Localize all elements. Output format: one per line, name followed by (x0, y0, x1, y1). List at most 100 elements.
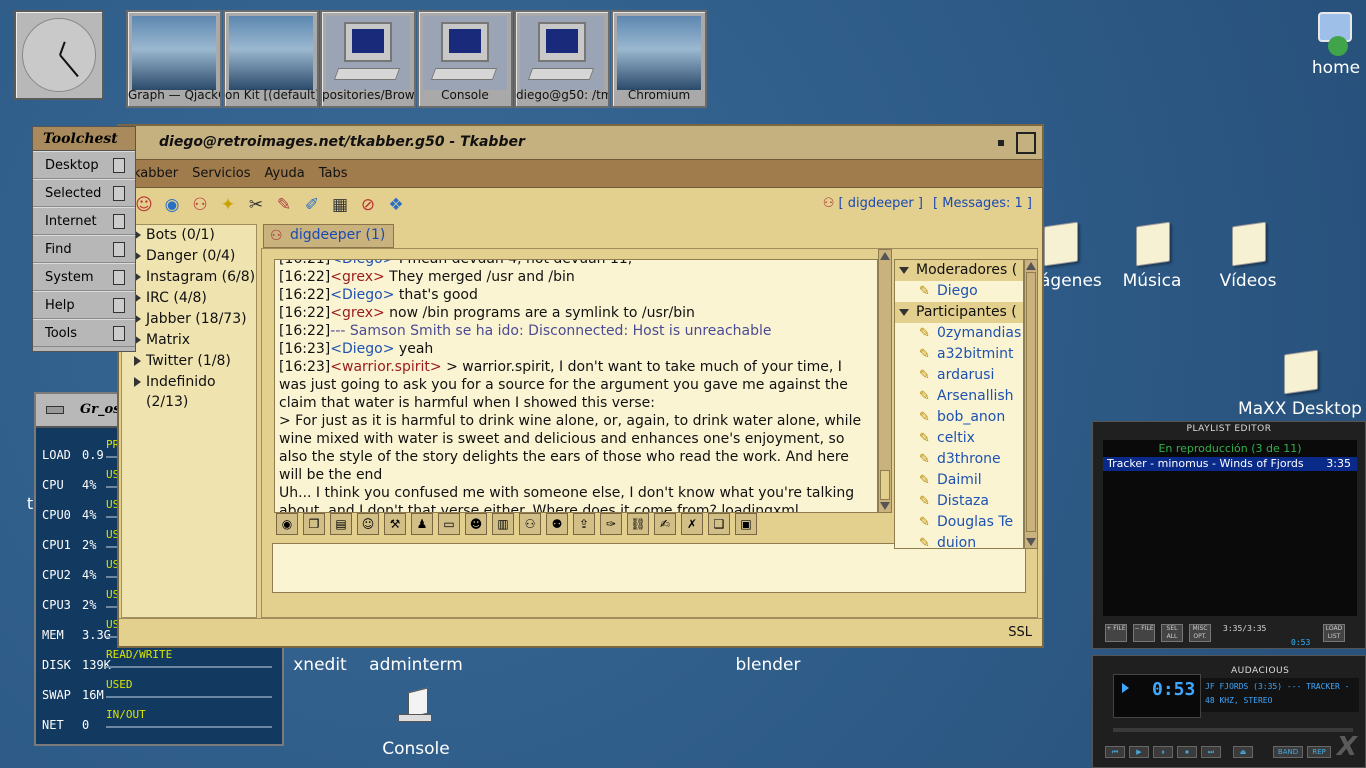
scroll-up-arrow[interactable] (880, 252, 890, 260)
bookmark-icon[interactable]: ❑ (708, 513, 730, 535)
roster-group[interactable]: Twitter (1/8) (122, 351, 256, 372)
roster-group[interactable]: Danger (0/4) (122, 246, 256, 267)
export-icon[interactable]: ⇪ (573, 513, 595, 535)
repeat-button[interactable]: REP (1307, 746, 1331, 758)
link-icon[interactable]: ⛓ (627, 513, 649, 535)
folder-icon[interactable] (1136, 221, 1170, 267)
toolchest-item-system[interactable]: System (33, 263, 135, 291)
user-item[interactable]: Douglas Te (895, 512, 1023, 533)
desktop-label-blender[interactable]: blender (728, 655, 808, 675)
playlist-load-list-button[interactable]: LOAD LIST (1323, 624, 1345, 642)
eject-button[interactable]: ⏏ (1233, 746, 1253, 758)
cards-icon[interactable]: ❖ (385, 194, 407, 216)
minimized-window-icon[interactable]: Console (417, 10, 513, 108)
console-icon[interactable] (398, 687, 434, 726)
smiley-icon[interactable]: ☺ (357, 513, 379, 535)
roster-group[interactable]: Instagram (6/8) (122, 267, 256, 288)
user-item[interactable]: celtix (895, 428, 1023, 449)
user-item[interactable]: duion (895, 533, 1023, 548)
copy-icon[interactable]: ❐ (303, 513, 325, 535)
minimized-window-icon[interactable]: Chromium (611, 10, 707, 108)
minimize-button[interactable] (998, 140, 1004, 146)
edit-icon[interactable]: ✐ (301, 194, 323, 216)
vcard-icon[interactable]: ▭ (438, 513, 460, 535)
desktop-label-imagenes[interactable]: ágenes (1040, 271, 1102, 291)
desktop-label-musica[interactable]: Música (1112, 271, 1192, 291)
users-group-header[interactable]: Moderadores ( (895, 260, 1023, 281)
users-scrollbar[interactable] (1024, 259, 1038, 549)
next-button[interactable]: ⏭ (1201, 746, 1221, 758)
book-icon[interactable]: ▥ (492, 513, 514, 535)
status-user[interactable]: [ digdeeper ] (839, 196, 923, 211)
remove-doc-icon[interactable]: ⊘ (357, 194, 379, 216)
message-nick[interactable]: <Diego> (330, 260, 394, 267)
desktop-label-xnedit[interactable]: xnedit (280, 655, 360, 675)
user-item[interactable]: Distaza (895, 491, 1023, 512)
group-icon[interactable]: ⚇ (189, 194, 211, 216)
note-icon[interactable]: ✍ (654, 513, 676, 535)
user-item[interactable]: 0zymandias (895, 323, 1023, 344)
tab-digdeeper[interactable]: ⚇ digdeeper (1) (263, 224, 395, 248)
playlist-sel-all-button[interactable]: SEL ALL (1161, 624, 1183, 642)
message-nick[interactable]: <Diego> (330, 341, 394, 357)
playlist-file-button[interactable]: + FILE (1105, 624, 1127, 642)
eraser-icon[interactable]: ✗ (681, 513, 703, 535)
toolchest-item-desktop[interactable]: Desktop (33, 151, 135, 179)
toolchest-item-help[interactable]: Help (33, 291, 135, 319)
menu-servicios[interactable]: Servicios (192, 166, 250, 181)
roster-group[interactable]: Bots (0/1) (122, 225, 256, 246)
wrench-icon[interactable]: ⚒ (384, 513, 406, 535)
message-nick[interactable]: <grex> (330, 269, 384, 285)
chat-scrollbar[interactable] (878, 249, 892, 513)
seek-bar[interactable] (1113, 728, 1353, 732)
scroll-up-arrow[interactable] (1026, 262, 1036, 270)
person-icon[interactable]: ☻ (465, 513, 487, 535)
users-group-header[interactable]: Participantes ( (895, 302, 1023, 323)
paste-icon[interactable]: ▤ (330, 513, 352, 535)
minimized-window-icon[interactable]: on Kit [(default)] (223, 10, 319, 108)
play-button[interactable]: ▶ (1129, 746, 1149, 758)
folder-icon[interactable] (1232, 221, 1266, 267)
scroll-down-arrow[interactable] (1026, 538, 1036, 546)
window-menu-button[interactable] (46, 406, 64, 414)
minimized-window-icon[interactable]: Graph — QjackCt (126, 10, 222, 108)
user-item[interactable]: Arsenallish (895, 386, 1023, 407)
pause-button[interactable]: ⏸ (1153, 746, 1173, 758)
globe-icon[interactable]: ◉ (276, 513, 298, 535)
user-item[interactable]: a32bitmint (895, 344, 1023, 365)
screen-icon[interactable]: ▣ (735, 513, 757, 535)
scroll-thumb[interactable] (1026, 272, 1036, 532)
tools-icon[interactable]: ✂ (245, 194, 267, 216)
roster-group[interactable]: Indefinido (2/13) (122, 372, 256, 410)
playlist-file-button[interactable]: − FILE (1133, 624, 1155, 642)
maximize-button[interactable] (1016, 132, 1036, 154)
toolchest-item-selected[interactable]: Selected (33, 179, 135, 207)
status-messages[interactable]: [ Messages: 1 ] (933, 196, 1032, 211)
scroll-down-arrow[interactable] (880, 502, 890, 510)
scroll-thumb[interactable] (880, 470, 890, 500)
user-item[interactable]: Diego (895, 281, 1023, 302)
desktop-label-videos[interactable]: Vídeos (1208, 271, 1288, 291)
playlist-misc-opt-button[interactable]: MISC OPT. (1189, 624, 1211, 642)
menu-tabs[interactable]: Tabs (319, 166, 348, 181)
toolchest-item-tools[interactable]: Tools (33, 319, 135, 347)
pencil-icon[interactable]: ✎ (273, 194, 295, 216)
roster-group[interactable]: IRC (4/8) (122, 288, 256, 309)
stop-button[interactable]: ⏹ (1177, 746, 1197, 758)
binary-icon[interactable]: ▦ (329, 194, 351, 216)
menu-kabber[interactable]: kabber (133, 166, 178, 181)
desktop-label-adminterm[interactable]: adminterm (366, 655, 466, 675)
minimized-window-icon[interactable]: diego@g50: /tmp (514, 10, 610, 108)
roster-group[interactable]: Matrix (122, 330, 256, 351)
band-button[interactable]: BAND (1273, 746, 1303, 758)
user-item[interactable]: ardarusi (895, 365, 1023, 386)
user-item[interactable]: bob_anon (895, 407, 1023, 428)
menu-ayuda[interactable]: Ayuda (265, 166, 305, 181)
playlist-track[interactable]: Tracker - minomus - Winds of Fjords 3:35 (1103, 457, 1357, 471)
desktop-label-console[interactable]: Console (376, 739, 456, 759)
user-icon[interactable]: ♟ (411, 513, 433, 535)
folder-icon[interactable] (1284, 349, 1318, 395)
brush-icon[interactable]: ✑ (600, 513, 622, 535)
folder-icon[interactable] (1044, 221, 1078, 267)
group-icon[interactable]: ⚇ (519, 513, 541, 535)
